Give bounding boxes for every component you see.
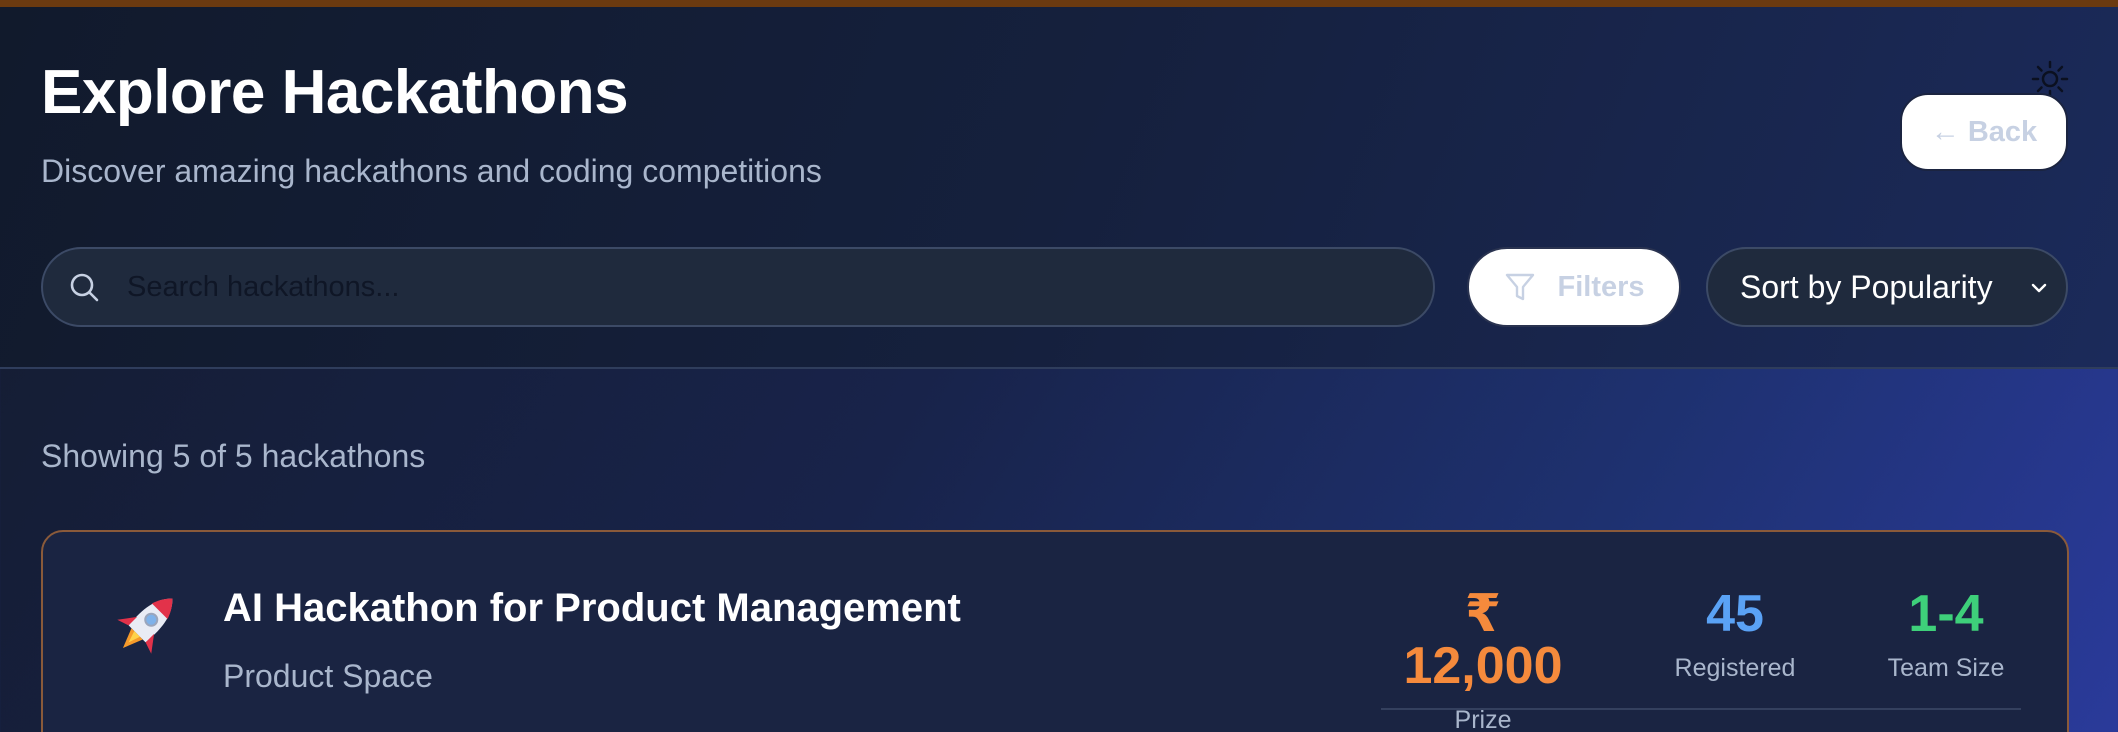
back-button-label: ← Back [1930,115,2038,148]
results-count: Showing 5 of 5 hackathons [41,438,426,474]
filters-button[interactable]: Filters [1467,247,1681,327]
hackathon-card[interactable]: AI Hackathon for Product Management Prod… [41,530,2069,732]
registered-stat: 45 Registered [1655,588,1815,683]
hackathon-organizer: Product Space [223,658,433,694]
search-icon [70,273,99,302]
stats-divider [1381,708,2021,710]
registered-label: Registered [1674,654,1796,682]
back-button[interactable]: ← Back [1900,93,2068,171]
funnel-icon [1506,273,1535,301]
search-box[interactable] [41,247,1435,327]
chevron-down-icon [2031,283,2047,293]
hackathon-title[interactable]: AI Hackathon for Product Management [223,586,961,631]
sort-selected-value: Sort by Popularity [1740,268,1993,305]
rocket-icon [117,598,173,654]
team-size-value: 1-4 [1908,585,1984,643]
page-title: Explore Hackathons [41,58,629,127]
page-header: Explore Hackathons Discover amazing hack… [0,7,2118,369]
filters-button-label: Filters [1557,270,1645,303]
registered-value: 45 [1706,585,1764,643]
team-size-label: Team Size [1887,654,2005,682]
search-input[interactable] [127,249,1433,325]
page-subtitle: Discover amazing hackathons and coding c… [41,153,822,189]
team-size-stat: 1-4 Team Size [1871,588,2021,683]
sort-select[interactable]: Sort by Popularity [1706,247,2068,327]
top-accent-strip [0,0,2118,7]
prize-value: ₹ 12,000 [1403,585,1563,695]
prize-stat: ₹ 12,000 Prize [1379,588,1587,732]
